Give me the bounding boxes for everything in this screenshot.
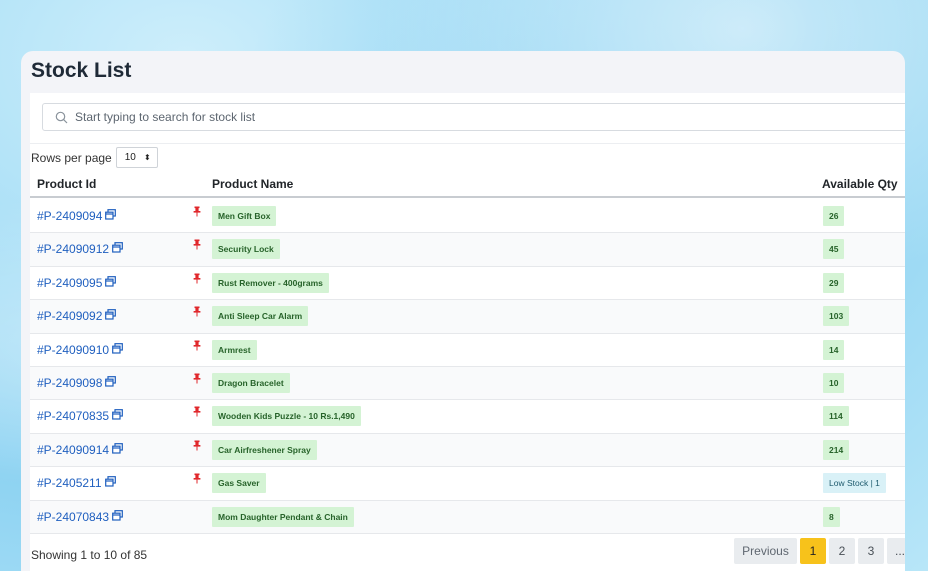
- table-row: #P-2405211 Gas Saver Low Stock | 1: [30, 467, 905, 501]
- quantity-badge: 8: [823, 506, 840, 527]
- quantity-badge: 103: [823, 306, 850, 327]
- product-name-badge: Mom Daughter Pendant & Chain: [212, 506, 354, 527]
- open-window-icon[interactable]: [105, 275, 117, 290]
- product-id-text: #P-2409098: [37, 376, 103, 390]
- quantity-badge: 10: [823, 373, 845, 393]
- more-pages-button[interactable]: ...: [887, 538, 905, 564]
- quantity-badge: 29: [823, 272, 845, 293]
- rows-per-page-value: 10: [124, 152, 136, 163]
- product-id-link[interactable]: #P-2409095: [37, 275, 117, 290]
- product-name-badge: Car Airfreshener Spray: [212, 439, 317, 460]
- open-window-icon[interactable]: [105, 376, 117, 390]
- product-id-link[interactable]: #P-2409092: [37, 309, 117, 324]
- open-window-icon[interactable]: [112, 442, 123, 457]
- open-window-icon[interactable]: [112, 509, 123, 524]
- table-row: #P-2409094 Men Gift Box 26: [30, 200, 905, 234]
- table-row: #P-24090912 Security Lock 45: [30, 233, 905, 267]
- product-name-badge: Anti Sleep Car Alarm: [212, 306, 309, 327]
- table-row: #P-24070835 Wooden Kids Puzzle - 10 Rs.1,…: [30, 400, 905, 434]
- search-input[interactable]: [75, 105, 905, 129]
- column-header-product-id[interactable]: Product Id: [37, 177, 96, 191]
- page-title: Stock List: [31, 59, 132, 82]
- product-name-badge: Security Lock: [212, 239, 280, 260]
- pin-icon[interactable]: [193, 239, 201, 253]
- product-name-badge: Armrest: [212, 339, 257, 360]
- pin-icon[interactable]: [193, 306, 201, 320]
- search-icon: [47, 104, 75, 130]
- column-header-available-qty[interactable]: Available Qty: [822, 177, 898, 191]
- pin-icon[interactable]: [193, 373, 201, 387]
- stock-list-card: Stock List Rows per page 10 ⬍ Product Id…: [21, 51, 905, 571]
- product-id-text: #P-24090910: [37, 342, 110, 357]
- product-id-text: #P-24070835: [37, 409, 110, 424]
- open-window-icon[interactable]: [104, 476, 116, 490]
- table-row: #P-24070843 Mom Daughter Pendant & Chain 8: [30, 500, 905, 534]
- product-id-link[interactable]: #P-2409098: [37, 376, 117, 390]
- product-id-text: #P-24070843: [37, 509, 110, 524]
- rows-per-page: Rows per page 10 ⬍: [31, 147, 158, 168]
- rows-per-page-label: Rows per page: [31, 150, 112, 165]
- product-name-badge: Men Gift Box: [212, 206, 277, 226]
- pin-icon[interactable]: [193, 206, 201, 220]
- table-row: #P-2409095 Rust Remover - 400grams 29: [30, 267, 905, 301]
- product-id-link[interactable]: #P-24070835: [37, 409, 123, 423]
- quantity-badge: 45: [823, 239, 845, 260]
- page-button-1[interactable]: 1: [800, 538, 826, 564]
- table-panel: Rows per page 10 ⬍ Product Id Product Na…: [30, 93, 905, 571]
- product-name-badge: Gas Saver: [212, 473, 266, 494]
- open-window-icon[interactable]: [112, 409, 123, 423]
- table-row: #P-2409092 Anti Sleep Car Alarm 103: [30, 300, 905, 334]
- previous-page-button[interactable]: Previous: [734, 538, 797, 564]
- product-id-text: #P-2409095: [37, 275, 103, 290]
- open-window-icon[interactable]: [112, 342, 123, 357]
- table-row: #P-24090914 Car Airfreshener Spray 214: [30, 433, 905, 468]
- quantity-badge: 214: [823, 439, 850, 460]
- product-id-text: #P-24090914: [37, 442, 110, 457]
- product-id-text: #P-2409094: [37, 209, 103, 223]
- open-window-icon[interactable]: [105, 309, 117, 323]
- product-id-link[interactable]: #P-24090910: [37, 343, 123, 357]
- showing-count: Showing 1 to 10 of 85: [31, 548, 148, 562]
- product-id-link[interactable]: #P-24090912: [37, 242, 123, 256]
- product-name-badge: Dragon Bracelet: [212, 373, 290, 393]
- pin-icon[interactable]: [193, 273, 201, 287]
- low-stock-badge: Low Stock | 1: [823, 473, 886, 494]
- page-button-3[interactable]: 3: [858, 538, 884, 564]
- product-name-badge: Wooden Kids Puzzle - 10 Rs.1,490: [212, 406, 361, 427]
- pagination: Previous 1 2 3 ...: [734, 538, 905, 564]
- quantity-badge: 114: [823, 406, 849, 427]
- table-row: #P-2409098 Dragon Bracelet 10: [30, 367, 905, 401]
- product-id-link[interactable]: #P-24070843: [37, 510, 123, 524]
- pin-icon[interactable]: [193, 440, 201, 454]
- product-id-text: #P-2405211: [37, 476, 102, 491]
- sort-caret-icon: ⬍: [144, 153, 151, 162]
- quantity-badge: 26: [823, 206, 845, 226]
- page-button-2[interactable]: 2: [829, 538, 855, 564]
- rows-per-page-select[interactable]: 10 ⬍: [115, 147, 158, 168]
- product-id-link[interactable]: #P-24090914: [37, 443, 123, 457]
- divider: [30, 143, 905, 144]
- open-window-icon[interactable]: [105, 209, 117, 223]
- table-header: Product Id Product Name Available Qty: [30, 173, 905, 198]
- pin-icon[interactable]: [193, 406, 201, 420]
- open-window-icon[interactable]: [112, 242, 123, 256]
- pin-icon[interactable]: [193, 473, 201, 487]
- pin-icon[interactable]: [193, 340, 201, 354]
- table-row: #P-24090910 Armrest 14: [30, 334, 905, 367]
- product-name-badge: Rust Remover - 400grams: [212, 272, 329, 293]
- product-id-link[interactable]: #P-2409094: [37, 209, 117, 223]
- product-id-text: #P-2409092: [37, 309, 103, 324]
- product-id-text: #P-24090912: [37, 242, 110, 257]
- product-id-link[interactable]: #P-2405211: [37, 476, 116, 490]
- quantity-badge: 14: [823, 339, 845, 360]
- search-box[interactable]: [42, 103, 905, 131]
- column-header-product-name[interactable]: Product Name: [212, 177, 293, 191]
